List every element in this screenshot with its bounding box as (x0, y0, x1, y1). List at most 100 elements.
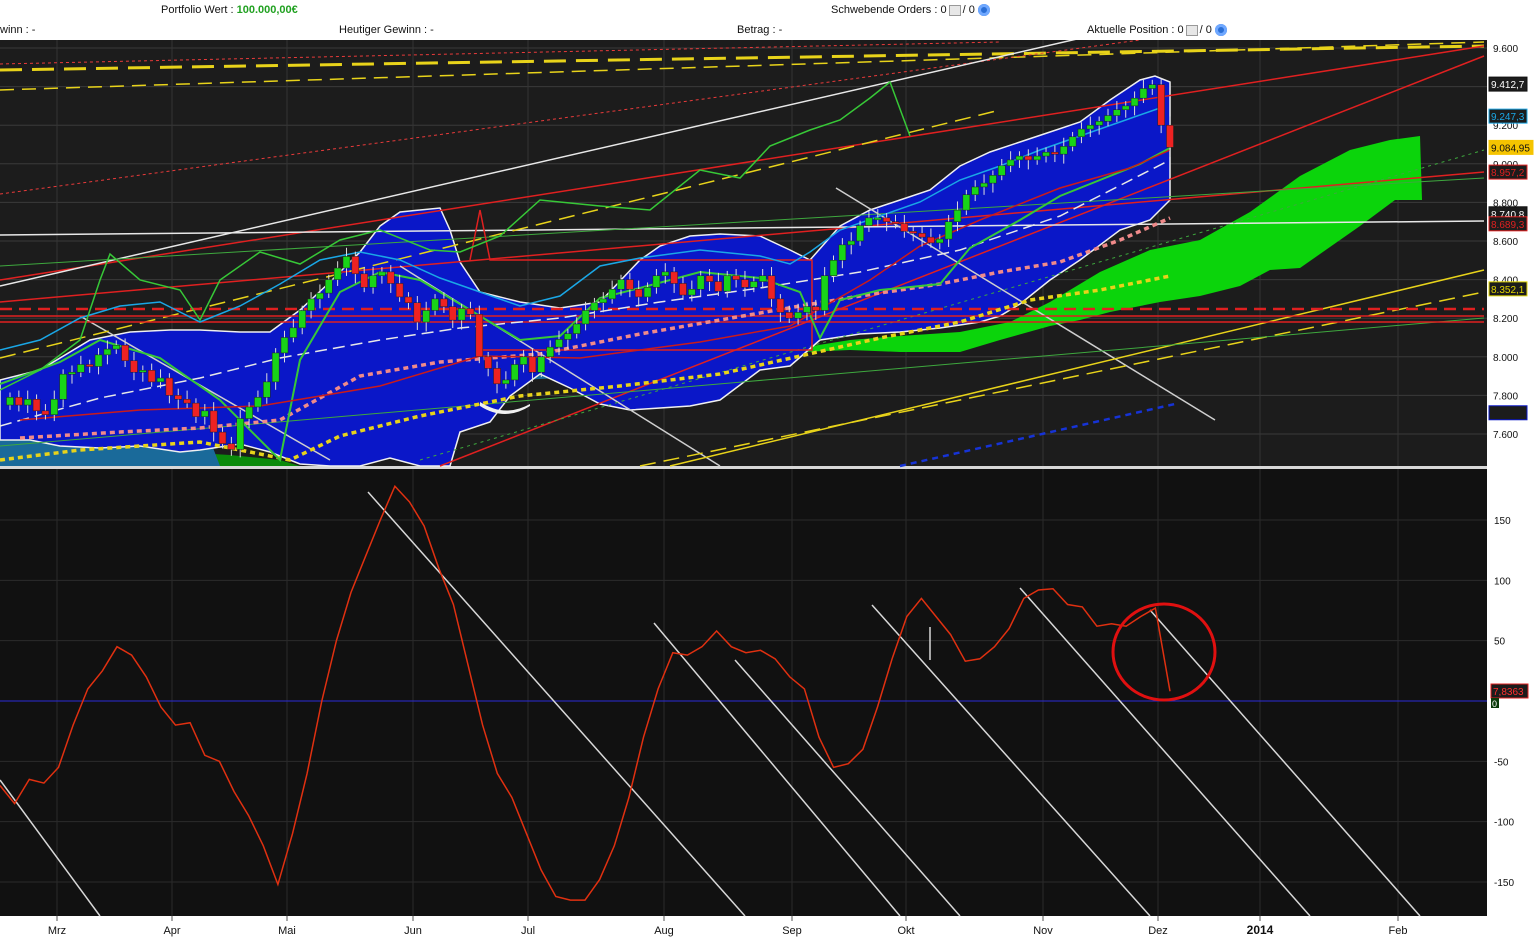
orders-count-b: 0 (968, 4, 975, 16)
oscillator-panel (0, 469, 1487, 916)
position-list-icon[interactable] (1185, 24, 1198, 36)
candle-up (572, 323, 581, 334)
candle-down (882, 217, 891, 222)
candle-up (590, 302, 599, 311)
price-tag-label: 8.957,2 (1491, 168, 1525, 179)
candle-down (909, 231, 917, 234)
candle-down (404, 296, 413, 304)
month-label: Jul (521, 925, 535, 937)
candle-up (936, 238, 944, 244)
candle-down (1166, 124, 1174, 148)
candle-up (1113, 109, 1121, 116)
candle-up (50, 399, 59, 415)
candle-up (457, 308, 466, 321)
candle-up (989, 175, 997, 184)
candle-down (1024, 155, 1033, 161)
price-tag-label: 9.084,95 (1491, 143, 1530, 154)
candle-down (227, 443, 236, 450)
candle-up (794, 312, 802, 319)
candle-down (679, 283, 687, 296)
panel-separator (0, 466, 1487, 469)
heutiger-gewinn-label: Heutiger Gewinn : - (339, 24, 434, 36)
candle-down (812, 306, 820, 311)
price-tick-label: 7.600 (1493, 430, 1518, 441)
price-tag (1488, 405, 1528, 421)
candle-up (998, 165, 1006, 176)
month-label: Mrz (48, 925, 66, 937)
month-label: Apr (163, 925, 180, 937)
candle-down (121, 344, 129, 361)
candle-up (758, 275, 767, 282)
candle-down (776, 298, 785, 313)
candle-up (1139, 88, 1148, 99)
candle-up (103, 348, 112, 356)
candle-down (1051, 151, 1059, 155)
candle-up (68, 371, 76, 375)
price-tag-label: 8.352,1 (1491, 285, 1525, 296)
candle-down (493, 368, 501, 385)
candle-up (307, 298, 315, 311)
candle-up (750, 281, 758, 288)
price-tick-label: 8.600 (1493, 237, 1518, 248)
candle-up (856, 225, 864, 242)
candle-down (440, 298, 448, 307)
candle-up (696, 275, 705, 290)
candle-up (537, 356, 546, 373)
month-label: Feb (1389, 925, 1408, 937)
candle-down (1157, 84, 1165, 126)
candle-down (767, 275, 776, 300)
candle-up (617, 279, 625, 290)
candle-up (865, 217, 873, 226)
candle-down (32, 399, 41, 412)
price-tag-label: 8.689,3 (1491, 220, 1525, 231)
candle-up (94, 354, 103, 367)
orders-settings-gear-icon[interactable] (977, 4, 990, 17)
candle-down (192, 402, 200, 417)
candle-up (564, 333, 572, 340)
dax-chart[interactable]: 9.6009.4009.2009.0008.8008.6008.4008.200… (0, 40, 1540, 939)
position-count-b: 0 (1205, 24, 1212, 36)
candle-down (785, 312, 793, 319)
candle-up (608, 289, 616, 300)
candle-up (23, 399, 32, 406)
candle-down (484, 356, 492, 369)
candle-up (874, 217, 882, 221)
price-tick-label: 8.200 (1493, 314, 1518, 325)
candle-up (271, 352, 280, 383)
candle-up (688, 289, 696, 296)
osc-tick-label: -150 (1494, 878, 1514, 889)
position-settings-gear-icon[interactable] (1214, 24, 1227, 37)
candle-up (1130, 97, 1139, 107)
candle-up (953, 209, 962, 222)
candle-down (626, 279, 634, 290)
candle-up (139, 370, 147, 373)
candle-down (174, 395, 182, 400)
candle-up (431, 298, 439, 311)
osc-zero-label: 0 (1492, 699, 1497, 709)
osc-tick-label: -50 (1494, 757, 1509, 768)
candle-up (962, 194, 971, 211)
candle-up (971, 186, 979, 195)
month-label: Okt (897, 925, 914, 937)
candle-down (218, 431, 227, 444)
candle-down (209, 410, 218, 433)
candle-up (820, 275, 829, 311)
candle-up (829, 260, 838, 276)
candle-up (847, 240, 855, 246)
candle-up (245, 406, 253, 419)
order-list-icon[interactable] (948, 4, 961, 16)
candle-up (643, 287, 652, 298)
candle-down (41, 410, 50, 415)
price-tag-label: 9.412,7 (1491, 80, 1525, 91)
candle-up (289, 327, 298, 338)
candle-up (1077, 128, 1086, 138)
position-count-a: 0 (1177, 24, 1184, 36)
candle-up (1148, 84, 1157, 89)
price-tag-label: 9.247,3 (1491, 112, 1525, 123)
aktuelle-position: Aktuelle Position : 0/ 0 (1087, 24, 1227, 37)
candle-down (705, 275, 714, 282)
candle-down (147, 370, 156, 383)
month-label: Jun (404, 925, 422, 937)
candle-up (502, 379, 510, 385)
candle-up (333, 267, 342, 280)
